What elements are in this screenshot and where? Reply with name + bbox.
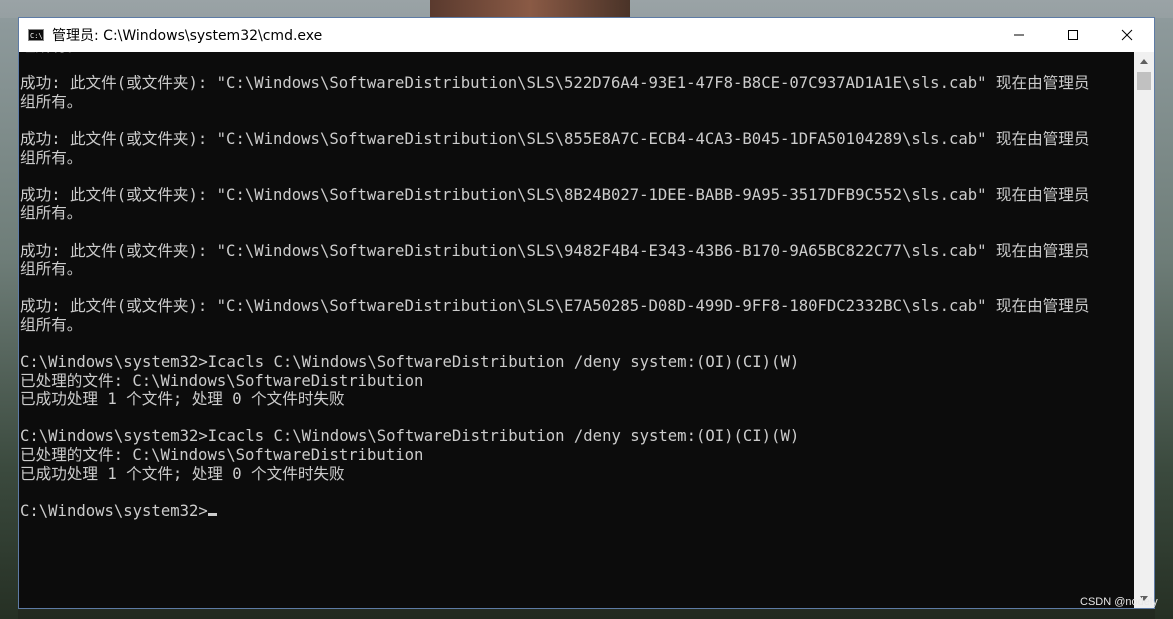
console-line: 已成功处理 1 个文件; 处理 0 个文件时失败 — [20, 390, 345, 409]
console-line: 成功: 此文件(或文件夹): "C:\Windows\SoftwareDistr… — [20, 129, 1090, 148]
console-line: 已成功处理 1 个文件; 处理 0 个文件时失败 — [20, 464, 345, 483]
console-line: 组所有。 — [20, 92, 83, 111]
console-line: 组所有。 — [20, 148, 83, 167]
minimize-icon — [1014, 34, 1024, 36]
close-icon — [1121, 29, 1133, 41]
console-output[interactable]: 组所有。成功: 此文件(或文件夹): "C:\Windows\SoftwareD… — [19, 52, 1134, 608]
desktop-background-left — [0, 18, 18, 619]
close-button[interactable] — [1100, 18, 1154, 52]
console-line: 成功: 此文件(或文件夹): "C:\Windows\SoftwareDistr… — [20, 241, 1090, 260]
window-title: 管理员: C:\Windows\system32\cmd.exe — [52, 28, 323, 44]
vertical-scrollbar[interactable] — [1134, 52, 1154, 608]
console-line: 组所有。 — [20, 315, 83, 334]
console-line: 成功: 此文件(或文件夹): "C:\Windows\SoftwareDistr… — [20, 185, 1090, 204]
cmd-window: C:\ 管理员: C:\Windows\system32\cmd.exe 组所有… — [18, 17, 1155, 609]
scrollbar-thumb[interactable] — [1137, 72, 1151, 90]
console-line: 组所有。 — [20, 204, 83, 223]
console-line: 成功: 此文件(或文件夹): "C:\Windows\SoftwareDistr… — [20, 297, 1090, 316]
console-prompt: C:\Windows\system32> — [20, 501, 208, 520]
title-bar[interactable]: C:\ 管理员: C:\Windows\system32\cmd.exe — [19, 18, 1154, 52]
console-line: C:\Windows\system32>Icacls C:\Windows\So… — [20, 353, 800, 372]
console-prompt-line: C:\Windows\system32> — [20, 502, 1134, 521]
console-line: 组所有。 — [20, 260, 83, 279]
csdn-watermark: CSDN @nodely — [1080, 596, 1158, 608]
cmd-app-icon[interactable]: C:\ — [28, 29, 44, 41]
text-cursor — [207, 512, 217, 516]
minimize-button[interactable] — [992, 18, 1046, 52]
console-line: 成功: 此文件(或文件夹): "C:\Windows\SoftwareDistr… — [20, 74, 1090, 93]
maximize-button[interactable] — [1046, 18, 1100, 52]
desktop-background-right — [1155, 18, 1173, 619]
console-text: 组所有。成功: 此文件(或文件夹): "C:\Windows\SoftwareD… — [19, 52, 1134, 520]
console-line: C:\Windows\system32>Icacls C:\Windows\So… — [20, 427, 800, 446]
console-line: 已处理的文件: C:\Windows\SoftwareDistribution — [20, 446, 424, 465]
console-line: 已处理的文件: C:\Windows\SoftwareDistribution — [20, 371, 424, 390]
scroll-up-button[interactable] — [1134, 52, 1154, 70]
desktop-background-roof — [430, 0, 630, 18]
maximize-icon — [1068, 30, 1078, 40]
chevron-up-icon — [1140, 59, 1148, 64]
